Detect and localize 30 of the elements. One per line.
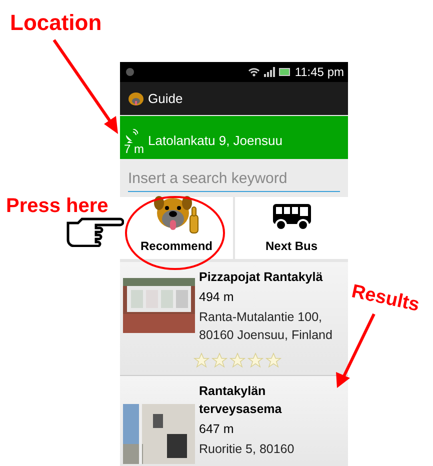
distance-text: 494 m: [199, 289, 235, 306]
recommend-button[interactable]: Recommend: [120, 197, 233, 259]
annotation-label: Results: [348, 280, 422, 318]
next-bus-button[interactable]: Next Bus: [235, 197, 348, 259]
distance-text: 647 m: [199, 421, 235, 438]
star-icon: [246, 352, 264, 369]
star-icon: [228, 352, 246, 369]
place-name: Rantakylän terveysasema: [199, 383, 283, 418]
battery-icon: [278, 68, 291, 76]
search-field[interactable]: Insert a search keyword: [128, 168, 340, 192]
bus-icon: [272, 203, 312, 231]
place-name: Pizzapojat Rantakylä: [199, 269, 324, 286]
clock: 11:45 pm: [294, 64, 344, 81]
result-item[interactable]: Pizzapojat Rantakylä 494 m Ranta-Mutalantie 100, 80160 Joensuu, Finland: [120, 262, 348, 376]
star-icon: [192, 352, 210, 369]
address-text: Latolankatu 9, Joensuu: [148, 132, 282, 150]
dog-icon: [128, 92, 144, 106]
star-icon: [210, 352, 228, 369]
address-text: Ruoritie 5, 80160: [199, 441, 296, 458]
annotation-label: Location: [10, 9, 102, 37]
satellite-dish-icon: [124, 129, 138, 143]
address-text: Ranta-Mutalantie 100, 80160 Joensuu, Finland: [199, 309, 334, 344]
result-item[interactable]: Rantakylän terveysasema 647 m Ruoritie 5, 80160: [120, 376, 348, 466]
annotation-label: Press here: [6, 194, 108, 219]
star-icon: [264, 352, 282, 369]
signal-icon: [264, 67, 275, 77]
pointing-hand-icon: [66, 217, 124, 247]
wifi-icon: [248, 67, 260, 77]
app-title: Guide: [148, 90, 183, 108]
accuracy-text: 7 m: [124, 143, 144, 155]
